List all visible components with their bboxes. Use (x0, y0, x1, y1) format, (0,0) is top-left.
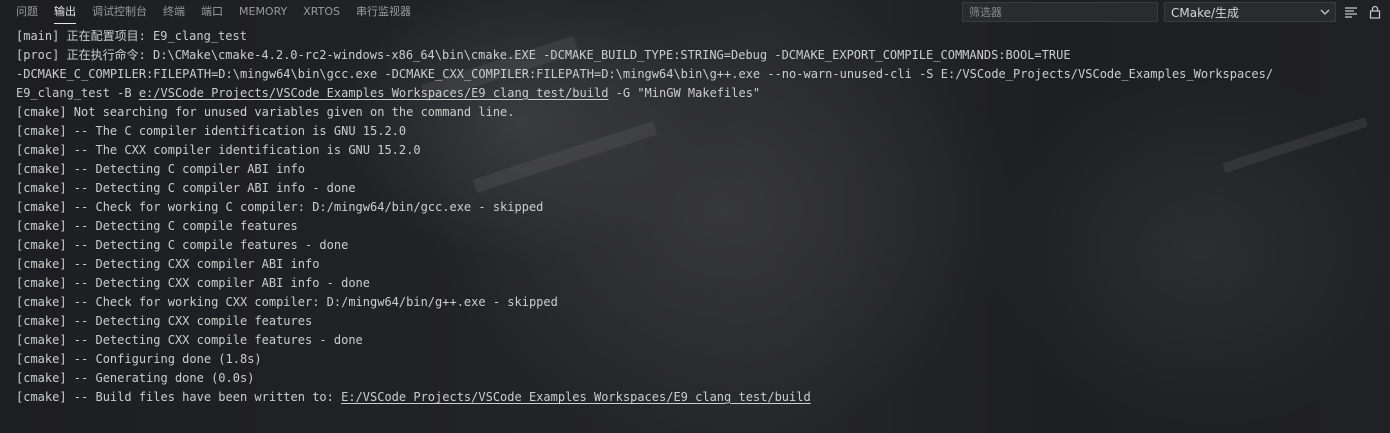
output-line: [cmake] -- Detecting CXX compile feature… (16, 333, 363, 347)
output-line: [proc] 正在执行命令: D:\CMake\cmake-4.2.0-rc2-… (16, 48, 1071, 62)
panel-tabs: 问题 输出 调试控制台 终端 端口 MEMORY XRTOS 串行监视器 (0, 0, 419, 24)
output-line-text: [cmake] -- Build files have been written… (16, 390, 342, 404)
output-line: [cmake] -- Check for working CXX compile… (16, 295, 558, 309)
output-line: [cmake] -- Build files have been written… (16, 388, 1378, 407)
tab-ports[interactable]: 端口 (193, 0, 231, 24)
output-line: [cmake] -- Configuring done (1.8s) (16, 352, 262, 366)
tab-output[interactable]: 输出 (46, 0, 84, 24)
output-line: [cmake] -- Generating done (0.0s) (16, 371, 255, 385)
lock-icon[interactable] (1366, 3, 1384, 21)
tab-problems[interactable]: 问题 (8, 0, 46, 24)
output-line: [cmake] -- The CXX compiler identificati… (16, 143, 421, 157)
tab-serial-monitor[interactable]: 串行监视器 (348, 0, 419, 24)
filter-input[interactable] (962, 2, 1158, 22)
output-channel-value: CMake/生成 (1171, 5, 1240, 20)
chevron-down-icon (1319, 6, 1331, 18)
output-line: [cmake] -- Detecting CXX compiler ABI in… (16, 257, 320, 271)
output-line: [cmake] -- Detecting CXX compiler ABI in… (16, 276, 371, 290)
output-line: [cmake] -- Detecting C compiler ABI info… (16, 181, 356, 195)
tab-memory[interactable]: MEMORY (231, 0, 295, 24)
panel-header: 问题 输出 调试控制台 终端 端口 MEMORY XRTOS 串行监视器 CMa… (0, 0, 1390, 24)
output-line: [cmake] -- Detecting CXX compile feature… (16, 314, 313, 328)
output-line: [main] 正在配置项目: E9_clang_test (16, 29, 247, 43)
list-filter-icon[interactable] (1342, 3, 1360, 21)
output-log[interactable]: [main] 正在配置项目: E9_clang_test [proc] 正在执行命… (16, 27, 1378, 407)
output-line-text: -G "MinGW Makefiles" (608, 86, 761, 100)
tab-debug-console[interactable]: 调试控制台 (84, 0, 155, 24)
output-line: E9_clang_test -B e:/VSCode_Projects/VSCo… (16, 84, 1378, 103)
output-channel-select[interactable]: CMake/生成 (1164, 2, 1336, 22)
output-path-link[interactable]: E:/VSCode_Projects/VSCode_Examples_Works… (341, 390, 811, 404)
tab-xrtos[interactable]: XRTOS (295, 0, 348, 24)
output-line: [cmake] -- Detecting C compile features (16, 219, 298, 233)
panel-actions: CMake/生成 (962, 0, 1390, 24)
output-line: -DCMAKE_C_COMPILER:FILEPATH=D:\mingw64\b… (16, 67, 1274, 81)
output-line-text: E9_clang_test -B (16, 86, 139, 100)
tab-terminal[interactable]: 终端 (155, 0, 193, 24)
output-line: [cmake] -- Check for working C compiler:… (16, 200, 544, 214)
output-line: [cmake] Not searching for unused variabl… (16, 105, 515, 119)
output-path-link[interactable]: e:/VSCode_Projects/VSCode_Examples_Works… (139, 86, 609, 100)
output-line: [cmake] -- Detecting C compile features … (16, 238, 349, 252)
output-line: [cmake] -- The C compiler identification… (16, 124, 407, 138)
output-line: [cmake] -- Detecting C compiler ABI info (16, 162, 305, 176)
